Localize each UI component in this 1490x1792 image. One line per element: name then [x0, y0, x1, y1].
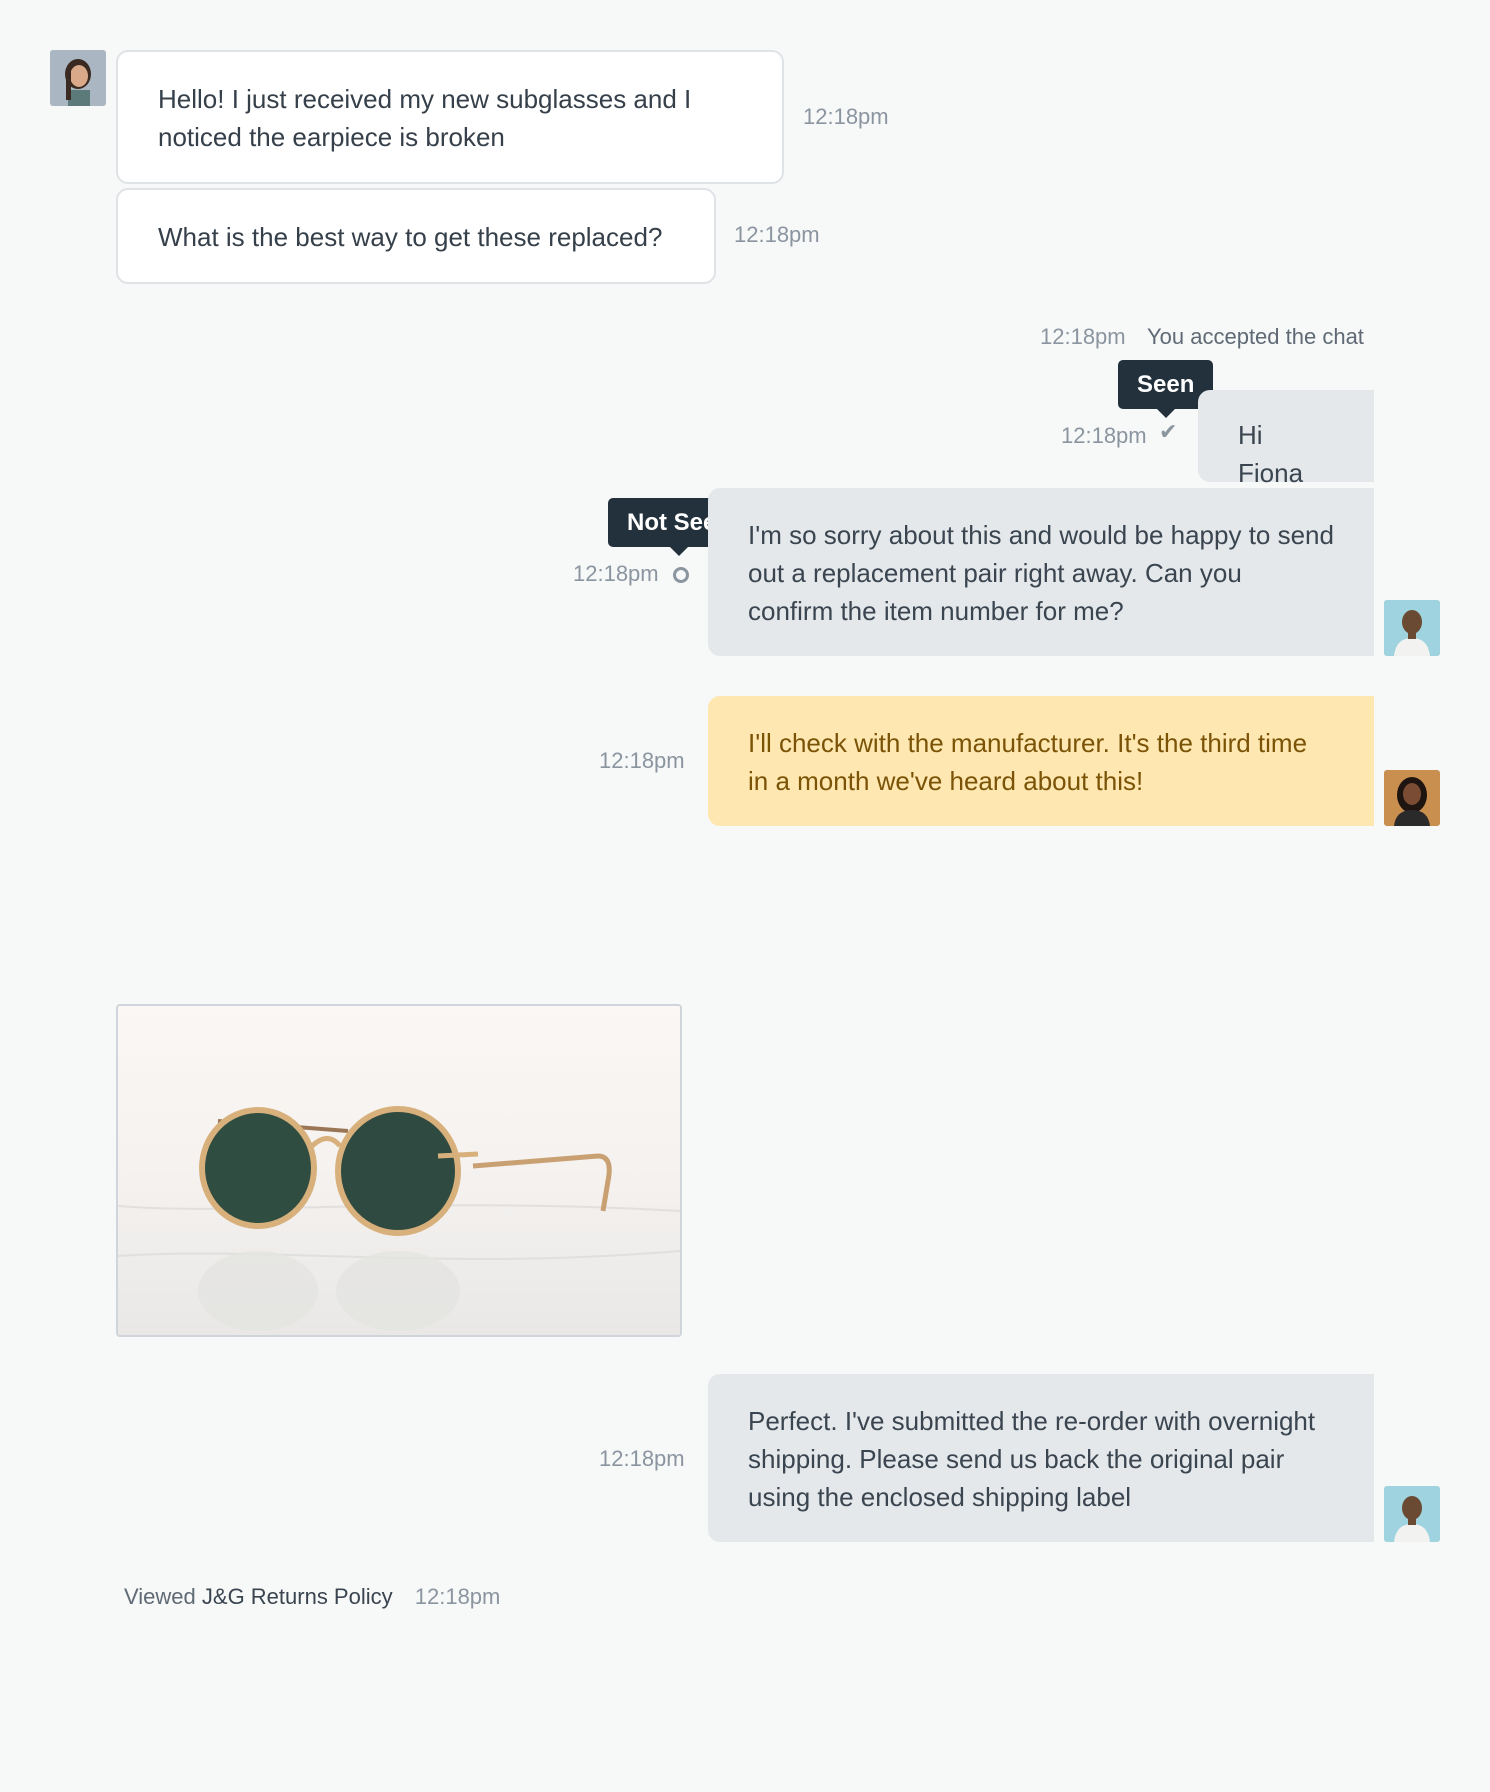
customer-message: Hello! I just received my new subglasses…: [116, 50, 784, 184]
internal-note: I'll check with the manufacturer. It's t…: [708, 696, 1374, 826]
activity-timestamp: 12:18pm: [414, 1584, 501, 1609]
message-text: Hi Fiona: [1238, 420, 1304, 488]
message-timestamp: 12:18pm: [599, 748, 685, 773]
message-text: What is the best way to get these replac…: [158, 222, 663, 252]
customer-message: What is the best way to get these replac…: [116, 188, 716, 284]
returns-policy-link[interactable]: J&G Returns Policy: [202, 1584, 393, 1609]
message-text: Hello! I just received my new subglasses…: [158, 84, 692, 152]
agent-message: Hi Fiona: [1198, 390, 1374, 488]
activity-prefix: Viewed: [124, 1584, 196, 1609]
agent-message: I'm so sorry about this and would be hap…: [708, 488, 1374, 656]
note-text: I'll check with the manufacturer. It's t…: [748, 728, 1308, 796]
system-event-timestamp: 12:18pm: [1040, 324, 1126, 349]
agent-avatar: [1384, 770, 1440, 826]
message-text: I'm so sorry about this and would be hap…: [748, 520, 1334, 626]
check-icon: ✔: [1159, 419, 1178, 444]
message-timestamp: 12:18pm: [1061, 423, 1147, 448]
agent-avatar: [1384, 1486, 1440, 1542]
message-timestamp: 12:18pm: [573, 561, 659, 586]
unread-circle-icon: [673, 567, 689, 583]
system-event-text: You accepted the chat: [1147, 324, 1364, 349]
message-timestamp: 12:18pm: [803, 104, 889, 129]
agent-avatar: [1384, 600, 1440, 656]
sunglasses-photo[interactable]: [116, 1004, 682, 1337]
message-timestamp: 12:18pm: [734, 222, 820, 247]
message-text: Perfect. I've submitted the re-order wit…: [748, 1406, 1316, 1512]
customer-avatar: [50, 50, 106, 106]
message-timestamp: 12:18pm: [599, 1446, 685, 1471]
activity-event: Viewed J&G Returns Policy 12:18pm: [124, 1584, 500, 1610]
agent-message: Perfect. I've submitted the re-order wit…: [708, 1374, 1374, 1542]
